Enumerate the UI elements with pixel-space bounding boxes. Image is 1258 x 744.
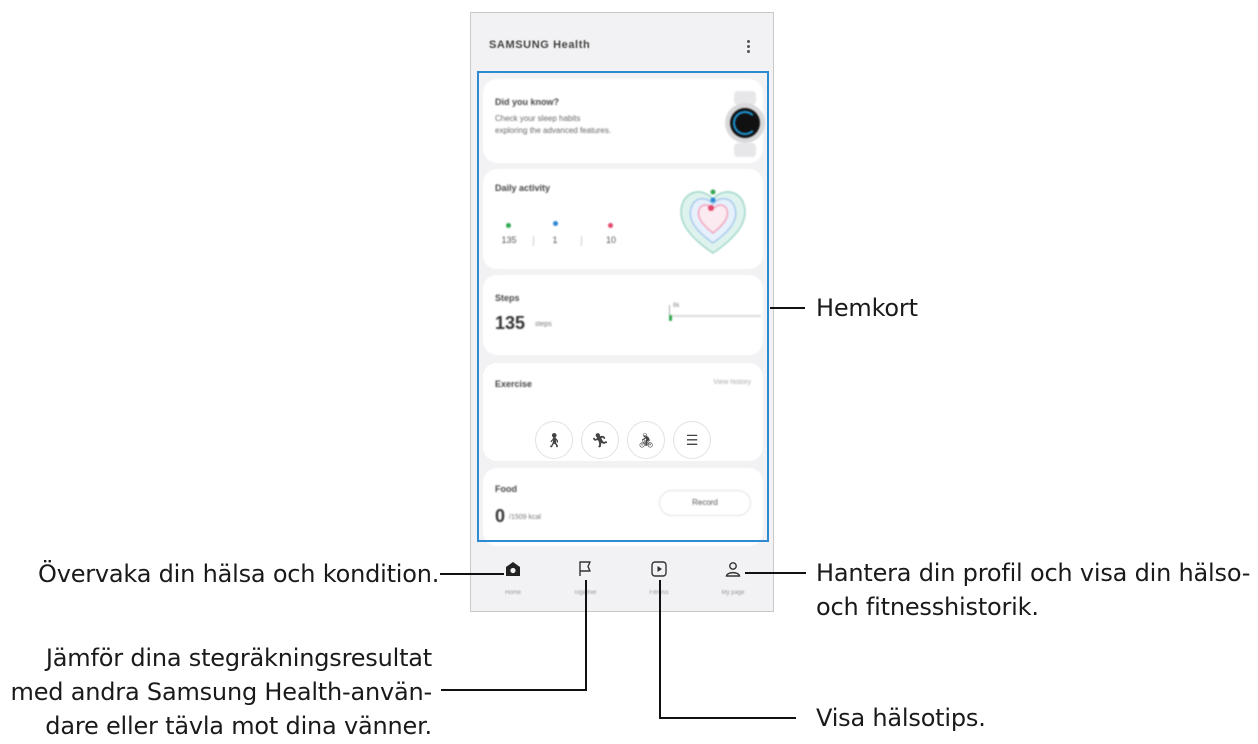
callout-home-tab: Övervaka din hälsa och kondition.: [38, 560, 440, 588]
callout-home-cards: Hemkort: [816, 294, 918, 322]
callout-fitness-tab: Visa hälsotips.: [816, 704, 986, 732]
callout-leader-lines: [440, 307, 806, 719]
callout-together-line2: med andra Samsung Health-använ-: [10, 678, 433, 706]
callout-my-page-line1: Hantera din profil och visa din hälso-: [816, 559, 1251, 587]
callout-together-line1: Jämför dina stegräkningsresultat: [45, 644, 432, 672]
callout-my-page-line2: och fitnesshistorik.: [816, 593, 1039, 621]
callout-together-line3: dare eller tävla mot dina vänner.: [45, 712, 432, 740]
